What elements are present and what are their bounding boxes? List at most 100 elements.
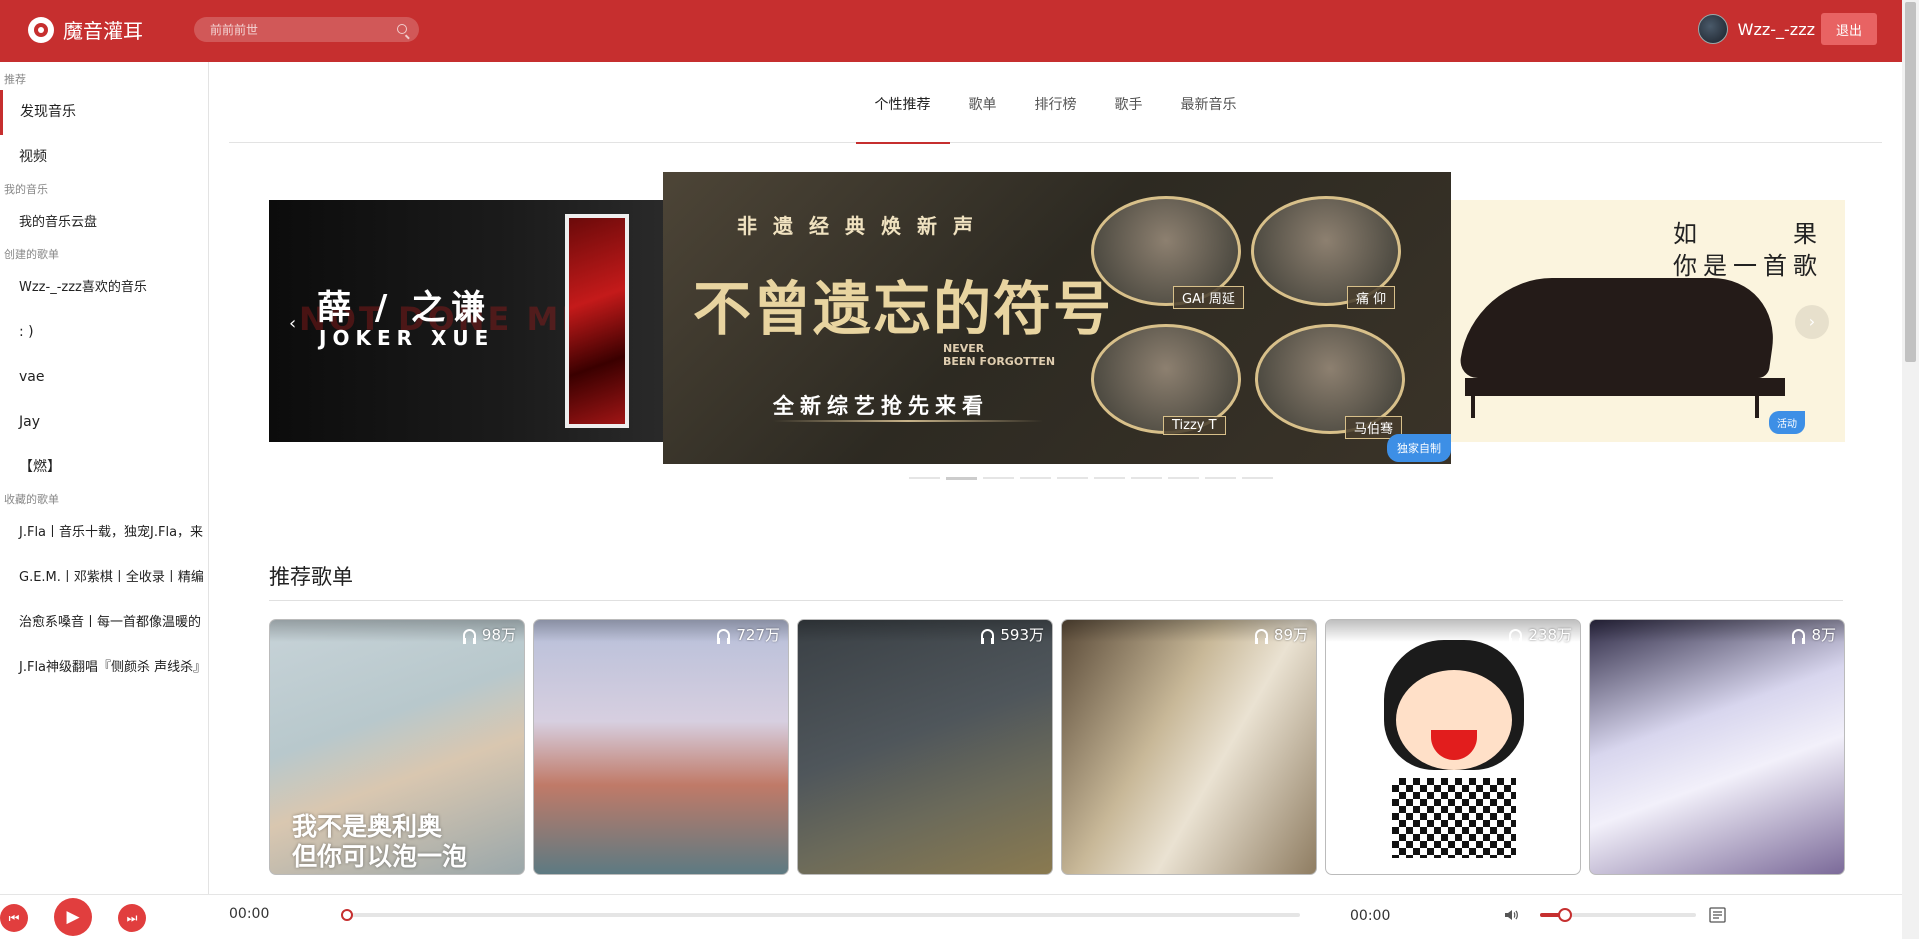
headphone-icon (981, 628, 995, 644)
sidebar-section-title: 我的音乐 (4, 183, 48, 196)
volume-handle[interactable] (1557, 908, 1572, 922)
logout-button[interactable]: 退出 (1821, 13, 1877, 45)
user-area: Wzz-_-zzz 退出 (1697, 12, 1902, 46)
search-box[interactable] (194, 17, 419, 42)
avatar[interactable] (1697, 14, 1728, 44)
sidebar-item-playlist[interactable]: 【燃】 (0, 445, 208, 490)
tab-artists[interactable]: 歌手 (1096, 62, 1162, 143)
play-count-value: 89万 (1273, 626, 1308, 644)
banner-joker-xue[interactable]: NOT DONE ME 薛 / 之谦 JOKER XUE ‹ (269, 200, 669, 442)
tab-bar: 个性推荐 歌单 排行榜 歌手 最新音乐 (229, 62, 1882, 144)
carousel-dot[interactable] (983, 477, 1014, 479)
banner-title: 薛 / 之谦 (317, 288, 492, 328)
carousel-dot[interactable] (1094, 477, 1125, 479)
search-input[interactable] (194, 17, 374, 42)
app-name: 魔音灌耳 (63, 19, 143, 43)
banner-main-title: 不曾遗忘的符号 (693, 275, 1114, 343)
search-icon[interactable] (397, 24, 407, 34)
banner-english-text: NEVER BEEN FORGOTTEN (943, 342, 1055, 368)
divider (269, 600, 1843, 601)
app-logo[interactable]: 魔音灌耳 (28, 15, 143, 44)
player-bar: ⏮ ▶ ⏭ 00:00 00:00 (0, 894, 1902, 939)
banner-top-text: 非遗经典焕新声 (737, 214, 989, 238)
chevron-left-icon[interactable]: ‹ (289, 313, 296, 334)
sidebar-item-collected[interactable]: J.Fla神级翻唱『侧颜杀 声线杀』 (0, 645, 208, 690)
exclusive-badge: 独家自制 (1387, 434, 1451, 462)
card-caption: 我不是奥利奥 但你可以泡一泡 (292, 812, 467, 872)
playlist-cards: 98万 我不是奥利奥 但你可以泡一泡 727万 593万 89万 238万 8万 (269, 619, 1845, 875)
progress-bar[interactable] (341, 909, 1300, 921)
page-scrollbar[interactable] (1902, 0, 1919, 939)
total-time: 00:00 (1350, 908, 1391, 924)
tab-personal[interactable]: 个性推荐 (855, 62, 950, 144)
playlist-card[interactable]: 727万 (533, 619, 789, 875)
play-count: 8万 (1792, 624, 1836, 645)
carousel-dot[interactable] (909, 477, 940, 479)
carousel-dot[interactable] (1131, 477, 1162, 479)
tab-charts[interactable]: 排行榜 (1016, 62, 1096, 143)
carousel-dot[interactable] (1168, 477, 1199, 479)
sidebar-item-cloud[interactable]: 我的音乐云盘 (0, 200, 208, 245)
tab-new-music[interactable]: 最新音乐 (1162, 62, 1256, 143)
carousel-dot[interactable] (1057, 477, 1088, 479)
banner-subtitle: 全新综艺抢先来看 (773, 394, 989, 418)
banner-carousel: NOT DONE ME 薛 / 之谦 JOKER XUE ‹ 非遗经典焕新声 不… (269, 172, 1845, 502)
banner-english-line: NEVER (943, 342, 985, 355)
sidebar: 推荐 发现音乐 视频 我的音乐 我的音乐云盘 创建的歌单 Wzz-_-zzz喜欢… (0, 62, 209, 894)
playlist-icon[interactable] (1709, 906, 1727, 924)
playlist-card[interactable]: 593万 (797, 619, 1053, 875)
chevron-right-icon[interactable]: › (1795, 305, 1829, 339)
sidebar-item-collected[interactable]: J.Fla丨音乐十载，独宠J.Fla，来 (0, 510, 208, 555)
scrollbar-thumb[interactable] (1905, 2, 1916, 362)
sidebar-item-playlist[interactable]: vae (0, 355, 208, 400)
play-count-value: 98万 (481, 626, 516, 644)
carousel-dot[interactable] (1205, 477, 1236, 479)
sidebar-item-video[interactable]: 视频 (0, 135, 208, 180)
tab-playlists[interactable]: 歌单 (950, 62, 1016, 143)
play-count-value: 8万 (1811, 626, 1836, 644)
sidebar-item-collected[interactable]: G.E.M.丨邓紫棋丨全收录丨精编 (0, 555, 208, 600)
banner-poem-line: 如 果 (1673, 220, 1823, 248)
carousel-dot[interactable] (946, 477, 977, 480)
volume-icon[interactable] (1503, 907, 1519, 923)
username[interactable]: Wzz-_-zzz (1738, 20, 1815, 39)
headphone-icon (1254, 628, 1268, 644)
sidebar-item-discover[interactable]: 发现音乐 (0, 90, 208, 135)
carousel-indicators (909, 477, 1273, 480)
prev-icon[interactable]: ⏮ (0, 904, 28, 932)
play-count: 593万 (981, 624, 1044, 645)
progress-handle[interactable] (341, 909, 353, 921)
volume-slider[interactable] (1540, 908, 1696, 922)
playlist-card[interactable]: 238万 (1325, 619, 1581, 875)
banner-art-frame (565, 214, 629, 428)
sidebar-item-playlist[interactable]: : ) (0, 310, 208, 355)
next-icon[interactable]: ⏭ (118, 904, 146, 932)
section-title-recommend: 推荐歌单 (269, 565, 353, 589)
sidebar-section-title: 推荐 (4, 73, 26, 86)
playlist-card[interactable]: 98万 我不是奥利奥 但你可以泡一泡 (269, 619, 525, 875)
piano-leg (1471, 396, 1475, 418)
banner-subtitle: JOKER XUE (319, 326, 495, 350)
current-time: 00:00 (229, 906, 270, 922)
play-count: 98万 (462, 624, 516, 645)
play-count: 89万 (1254, 624, 1308, 645)
piano-illustration (1457, 278, 1783, 378)
banner-english-line: BEEN FORGOTTEN (943, 355, 1056, 368)
carousel-dot[interactable] (1242, 477, 1273, 479)
sidebar-item-playlist[interactable]: Wzz-_-zzz喜欢的音乐 (0, 265, 208, 310)
carousel-dot[interactable] (1020, 477, 1051, 479)
sidebar-section-title: 收藏的歌单 (4, 493, 59, 506)
sidebar-item-collected[interactable]: 治愈系嗓音丨每一首都像温暖的 (0, 600, 208, 645)
card-caption-line: 但你可以泡一泡 (292, 842, 468, 871)
play-count: 727万 (717, 624, 780, 645)
mascot-body (1392, 778, 1516, 858)
playlist-card[interactable]: 89万 (1061, 619, 1317, 875)
banner-variety-show[interactable]: 非遗经典焕新声 不曾遗忘的符号 NEVER BEEN FORGOTTEN 全新综… (663, 172, 1451, 464)
playlist-card[interactable]: 8万 (1589, 619, 1845, 875)
play-icon[interactable]: ▶ (54, 898, 92, 936)
banner-if-you-were-a-song[interactable]: 如 果 你是一首歌 › 活动 (1445, 200, 1845, 442)
play-count: 238万 (1509, 624, 1572, 645)
main-content: 个性推荐 歌单 排行榜 歌手 最新音乐 NOT DONE ME 薛 / 之谦 J… (229, 62, 1882, 894)
play-count-value: 238万 (1528, 626, 1572, 644)
sidebar-item-playlist[interactable]: Jay (0, 400, 208, 445)
